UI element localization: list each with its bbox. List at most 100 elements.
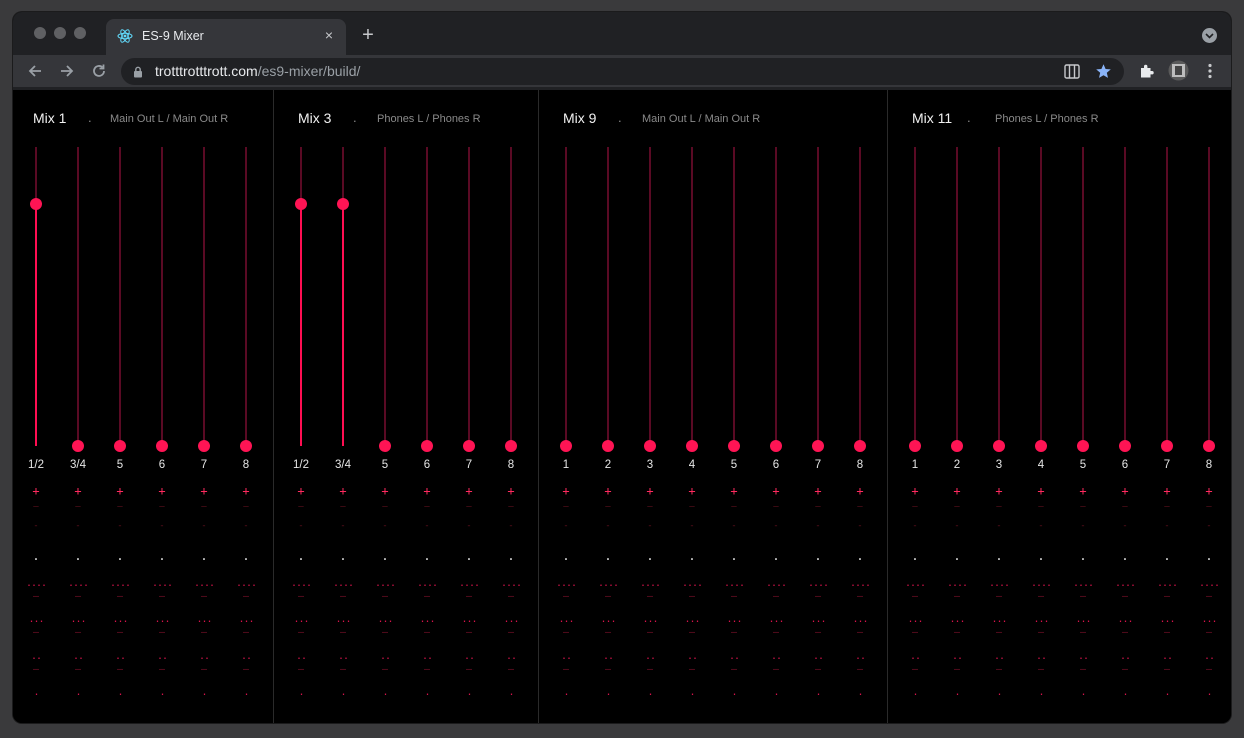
channel-fader[interactable] xyxy=(1035,147,1047,452)
channel-fader[interactable] xyxy=(30,147,42,446)
forward-button[interactable] xyxy=(57,61,77,81)
gain-down-button[interactable]: - xyxy=(150,521,174,531)
gain-down-button[interactable]: - xyxy=(638,521,662,531)
fader-knob[interactable] xyxy=(812,440,824,452)
channel-fader[interactable] xyxy=(198,147,210,452)
fader-knob[interactable] xyxy=(1077,440,1089,452)
gain-down-button[interactable]: - xyxy=(331,521,355,531)
channel-fader[interactable] xyxy=(156,147,168,452)
gain-up-button[interactable]: + xyxy=(457,486,481,496)
gain-up-button[interactable]: + xyxy=(903,486,927,496)
gain-down-button[interactable]: - xyxy=(289,521,313,531)
address-bar[interactable]: trotttrotttrott.com/es9-mixer/build/ xyxy=(121,58,1124,85)
gain-down-button[interactable]: - xyxy=(108,521,132,531)
gain-up-button[interactable]: + xyxy=(499,486,523,496)
close-tab-button[interactable]: × xyxy=(320,26,338,44)
channel-fader[interactable] xyxy=(1077,147,1089,452)
gain-up-button[interactable]: + xyxy=(331,486,355,496)
channel-fader[interactable] xyxy=(505,147,517,452)
fader-knob[interactable] xyxy=(1035,440,1047,452)
gain-up-button[interactable]: + xyxy=(234,486,258,496)
gain-up-button[interactable]: + xyxy=(596,486,620,496)
gain-up-button[interactable]: + xyxy=(987,486,1011,496)
channel-fader[interactable] xyxy=(993,147,1005,452)
gain-up-button[interactable]: + xyxy=(24,486,48,496)
gain-down-button[interactable]: - xyxy=(373,521,397,531)
fader-knob[interactable] xyxy=(505,440,517,452)
gain-down-button[interactable]: - xyxy=(66,521,90,531)
gain-down-button[interactable]: - xyxy=(1197,521,1221,531)
channel-fader[interactable] xyxy=(686,147,698,452)
gain-up-button[interactable]: + xyxy=(638,486,662,496)
fader-knob[interactable] xyxy=(909,440,921,452)
gain-down-button[interactable]: - xyxy=(1071,521,1095,531)
gain-up-button[interactable]: + xyxy=(848,486,872,496)
new-tab-button[interactable]: + xyxy=(357,24,379,46)
piano-icon[interactable] xyxy=(1064,64,1080,84)
gain-up-button[interactable]: + xyxy=(150,486,174,496)
tab-search-button[interactable] xyxy=(1202,28,1217,43)
channel-fader[interactable] xyxy=(114,147,126,452)
fader-knob[interactable] xyxy=(156,440,168,452)
gain-up-button[interactable]: + xyxy=(722,486,746,496)
channel-fader[interactable] xyxy=(1119,147,1131,452)
gain-down-button[interactable]: - xyxy=(499,521,523,531)
minimize-window-button[interactable] xyxy=(54,27,66,39)
channel-fader[interactable] xyxy=(812,147,824,452)
gain-down-button[interactable]: - xyxy=(554,521,578,531)
fader-knob[interactable] xyxy=(951,440,963,452)
extensions-button[interactable] xyxy=(1137,61,1157,81)
gain-up-button[interactable]: + xyxy=(806,486,830,496)
channel-fader[interactable] xyxy=(602,147,614,452)
fader-knob[interactable] xyxy=(72,440,84,452)
gain-down-button[interactable]: - xyxy=(24,521,48,531)
gain-down-button[interactable]: - xyxy=(415,521,439,531)
channel-fader[interactable] xyxy=(854,147,866,452)
gain-down-button[interactable]: - xyxy=(1029,521,1053,531)
fader-knob[interactable] xyxy=(560,440,572,452)
channel-fader[interactable] xyxy=(909,147,921,452)
gain-up-button[interactable]: + xyxy=(764,486,788,496)
gain-up-button[interactable]: + xyxy=(1029,486,1053,496)
fader-knob[interactable] xyxy=(854,440,866,452)
gain-up-button[interactable]: + xyxy=(66,486,90,496)
zoom-window-button[interactable] xyxy=(74,27,86,39)
gain-down-button[interactable]: - xyxy=(722,521,746,531)
gain-down-button[interactable]: - xyxy=(457,521,481,531)
channel-fader[interactable] xyxy=(644,147,656,452)
channel-fader[interactable] xyxy=(295,147,307,446)
gain-down-button[interactable]: - xyxy=(764,521,788,531)
star-icon[interactable] xyxy=(1095,63,1112,85)
tab-es9-mixer[interactable]: ES-9 Mixer × xyxy=(106,19,346,55)
gain-down-button[interactable]: - xyxy=(945,521,969,531)
fader-knob[interactable] xyxy=(337,198,349,210)
gain-down-button[interactable]: - xyxy=(1113,521,1137,531)
reload-button[interactable] xyxy=(89,61,109,81)
fader-knob[interactable] xyxy=(198,440,210,452)
fader-knob[interactable] xyxy=(1119,440,1131,452)
gain-down-button[interactable]: - xyxy=(806,521,830,531)
channel-fader[interactable] xyxy=(72,147,84,452)
fader-knob[interactable] xyxy=(1203,440,1215,452)
url-text[interactable]: trotttrotttrott.com/es9-mixer/build/ xyxy=(155,63,360,79)
channel-fader[interactable] xyxy=(770,147,782,452)
fader-knob[interactable] xyxy=(114,440,126,452)
gain-up-button[interactable]: + xyxy=(945,486,969,496)
fader-knob[interactable] xyxy=(686,440,698,452)
gain-down-button[interactable]: - xyxy=(903,521,927,531)
gain-up-button[interactable]: + xyxy=(108,486,132,496)
gain-down-button[interactable]: - xyxy=(192,521,216,531)
gain-down-button[interactable]: - xyxy=(848,521,872,531)
gain-up-button[interactable]: + xyxy=(1155,486,1179,496)
gain-up-button[interactable]: + xyxy=(1113,486,1137,496)
gain-down-button[interactable]: - xyxy=(234,521,258,531)
back-button[interactable] xyxy=(25,61,45,81)
gain-up-button[interactable]: + xyxy=(373,486,397,496)
fader-knob[interactable] xyxy=(30,198,42,210)
gain-up-button[interactable]: + xyxy=(192,486,216,496)
fader-knob[interactable] xyxy=(993,440,1005,452)
fader-knob[interactable] xyxy=(421,440,433,452)
browser-menu-button[interactable] xyxy=(1200,61,1220,81)
gain-up-button[interactable]: + xyxy=(415,486,439,496)
fader-knob[interactable] xyxy=(770,440,782,452)
